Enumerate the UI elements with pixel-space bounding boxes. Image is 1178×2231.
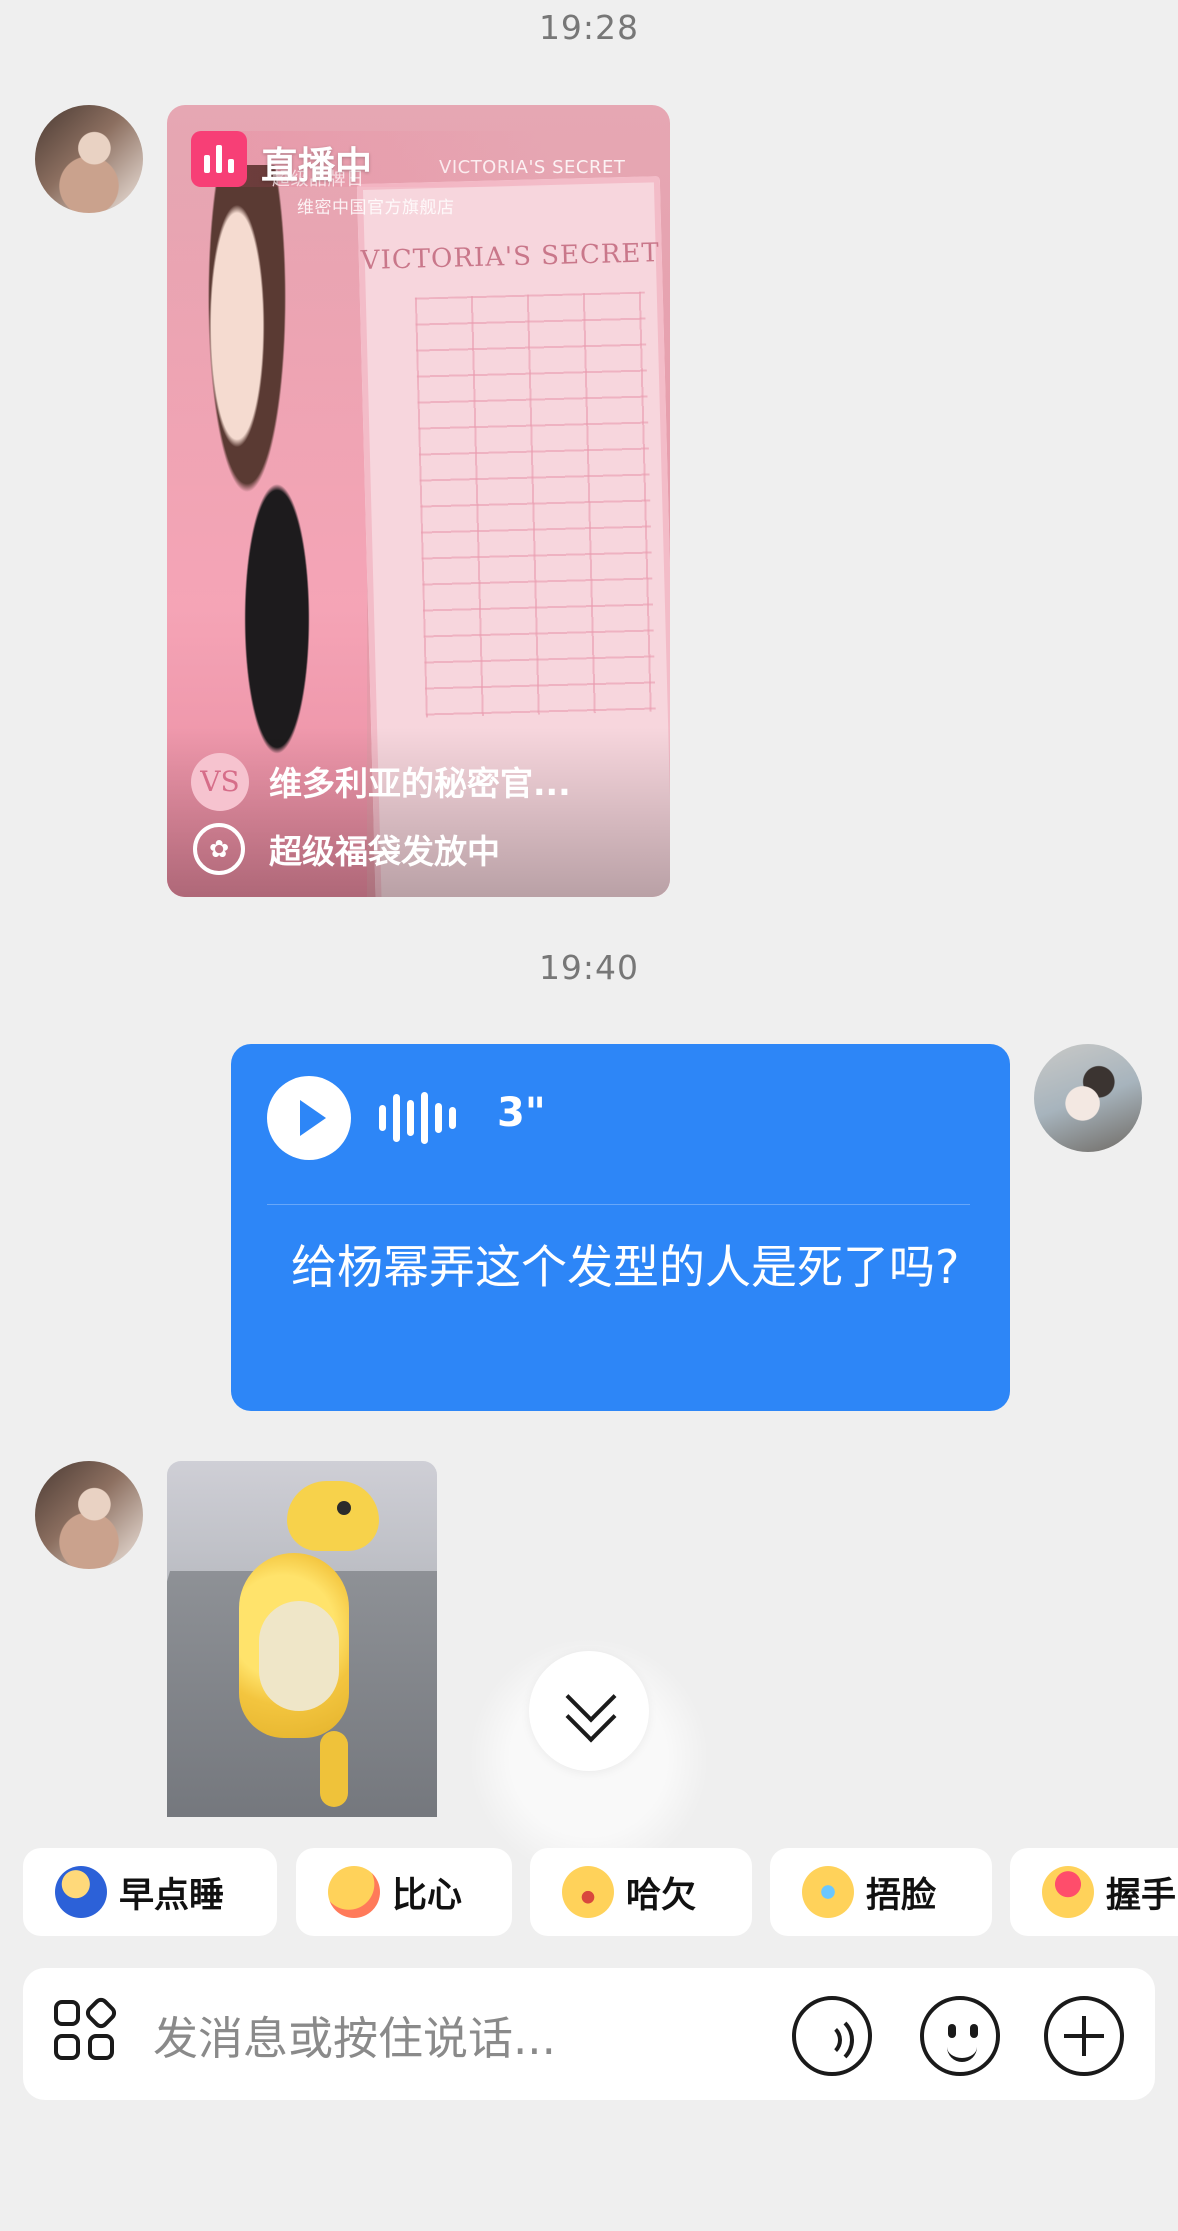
promo-text: 超级福袋发放中 [269,832,500,871]
yawn-emoji-icon [562,1866,614,1918]
sticker-character-leg [320,1731,348,1807]
shop-name: 维多利亚的秘密官... [269,764,571,803]
emoji-face-icon[interactable] [920,1996,1000,2076]
quick-reply-chip[interactable]: 哈欠 [530,1848,752,1936]
quick-reply-chip[interactable]: 捂脸 [770,1848,992,1936]
message-input-bar: 发消息或按住说话... [23,1968,1155,2100]
live-badge-label: 直播中 [261,144,372,187]
handshake-emoji-icon [1042,1866,1094,1918]
size-table-image [414,291,656,718]
apps-grid-icon[interactable] [54,1994,122,2068]
voice-input-icon[interactable] [792,1996,872,2076]
timestamp: 19:28 [538,8,640,47]
quick-reply-chip[interactable]: 比心 [296,1848,512,1936]
bubble-divider [267,1204,970,1205]
facepalm-emoji-icon [802,1866,854,1918]
live-overlay-shop: 维密中国官方旗舰店 [297,198,455,218]
sleep-emoji-icon [55,1866,107,1918]
quick-reply-label: 握手 [1106,1875,1177,1916]
timestamp: 19:40 [538,948,640,987]
sticker-character-head [287,1481,379,1551]
heart-hands-emoji-icon [328,1866,380,1918]
sticker-image[interactable] [167,1461,437,1817]
sticker-character-belly [259,1601,339,1711]
scroll-down-button[interactable] [529,1651,649,1771]
live-bars-icon [191,131,247,187]
quick-reply-label: 早点睡 [119,1875,225,1916]
voice-message-bubble[interactable]: 3" 给杨幂弄这个发型的人是死了吗? [231,1044,1010,1411]
quick-reply-label: 捂脸 [866,1875,937,1916]
quick-reply-chip[interactable]: 早点睡 [23,1848,277,1936]
waveform-icon [379,1092,469,1144]
plus-icon[interactable] [1044,1996,1124,2076]
message-input[interactable]: 发消息或按住说话... [153,2002,556,2067]
play-icon[interactable] [267,1076,351,1160]
avatar-contact[interactable] [35,105,143,213]
avatar-contact[interactable] [35,1461,143,1569]
avatar-self[interactable] [1034,1044,1142,1152]
shop-logo: VS [191,753,249,811]
voice-duration: 3" [497,1090,546,1136]
gift-bag-icon: ✿ [193,823,245,875]
voice-transcript: 给杨幂弄这个发型的人是死了吗? [291,1240,960,1294]
quick-reply-label: 哈欠 [626,1875,697,1916]
quick-reply-chip[interactable]: 握手 [1010,1848,1178,1936]
live-badge: 直播中 [191,131,557,187]
live-stream-card[interactable]: VICTORIA'S SECRET VICTORIA'S SECRET 超级品牌… [167,105,670,897]
sticker-character-eye [337,1501,351,1515]
board-title: VICTORIA'S SECRET [360,238,661,277]
quick-reply-label: 比心 [392,1875,463,1916]
